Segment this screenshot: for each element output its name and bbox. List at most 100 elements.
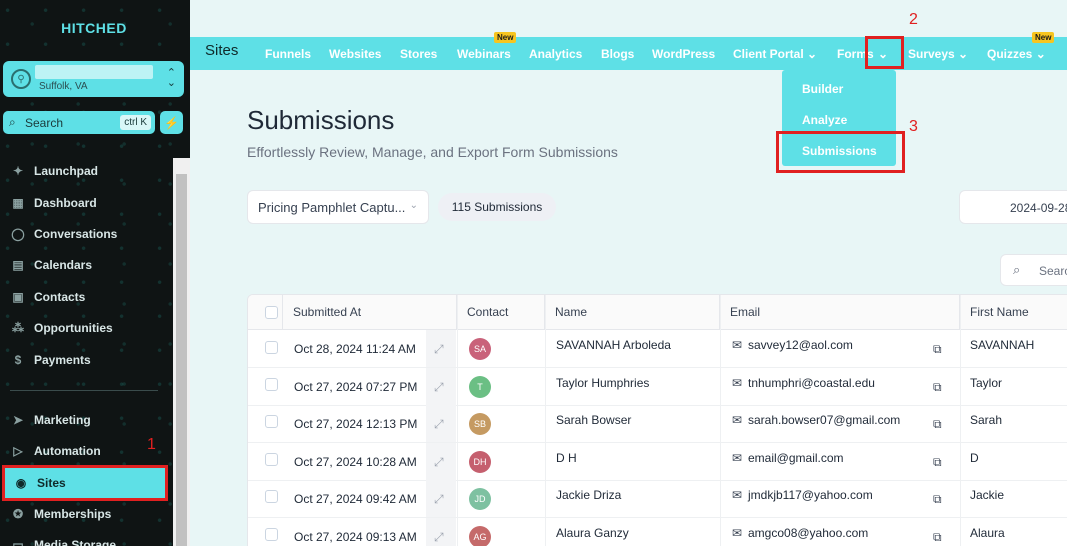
- expand-icon[interactable]: ⤢: [434, 518, 444, 546]
- avatar[interactable]: JD: [469, 488, 491, 510]
- table-row[interactable]: Oct 27, 2024 09:13 AM ⤢ AG Alaura Ganzy …: [248, 518, 1067, 546]
- row-checkbox[interactable]: [265, 341, 278, 354]
- copy-icon[interactable]: ⧉: [933, 443, 942, 481]
- sidebar-item-label: Conversations: [34, 227, 118, 241]
- mail-icon: ✉: [732, 413, 743, 427]
- tab-websites[interactable]: Websites: [329, 47, 381, 61]
- sidebar-item-conversations[interactable]: ◯ Conversations: [0, 219, 172, 249]
- tab-label: Quizzes: [987, 47, 1033, 61]
- column-header-submitted-at[interactable]: Submitted At: [283, 295, 457, 330]
- row-checkbox[interactable]: [265, 490, 278, 503]
- table-row[interactable]: Oct 27, 2024 12:13 PM ⤢ SB Sarah Bowser …: [248, 405, 1067, 443]
- copy-icon[interactable]: ⧉: [933, 480, 942, 518]
- expand-icon[interactable]: ⤢: [434, 480, 444, 518]
- cell-submitted-at: Oct 27, 2024 12:13 PM: [294, 417, 418, 431]
- tab-stores[interactable]: Stores: [400, 47, 437, 61]
- sidebar-item-label: Media Storage: [34, 538, 117, 546]
- sidebar-item-label: Opportunities: [34, 321, 113, 335]
- rocket-icon: ✦: [12, 164, 24, 178]
- send-icon: ➤: [12, 413, 24, 427]
- row-checkbox[interactable]: [265, 453, 278, 466]
- avatar[interactable]: SA: [469, 338, 491, 360]
- form-select-value: Pricing Pamphlet Captu...: [258, 200, 406, 215]
- table-row[interactable]: Oct 27, 2024 07:27 PM ⤢ T Taylor Humphri…: [248, 368, 1067, 406]
- sidebar-item-calendars[interactable]: ▤ Calendars: [0, 250, 172, 280]
- tab-funnels[interactable]: Funnels: [265, 47, 311, 61]
- tab-label: Client Portal: [733, 47, 804, 61]
- row-checkbox[interactable]: [265, 528, 278, 541]
- row-checkbox[interactable]: [265, 415, 278, 428]
- tab-analytics[interactable]: Analytics: [529, 47, 582, 61]
- expand-icon[interactable]: ⤢: [434, 405, 444, 443]
- tab-client-portal[interactable]: Client Portal ⌄: [733, 47, 817, 61]
- cell-name: Jackie Driza: [556, 488, 622, 502]
- contacts-icon: ▣: [12, 290, 24, 304]
- sidebar-item-memberships[interactable]: ✪ Memberships: [0, 499, 172, 529]
- grid-icon: ▦: [12, 196, 24, 210]
- copy-icon[interactable]: ⧉: [933, 330, 942, 368]
- annotation-number-3: 3: [909, 118, 918, 135]
- date-range-picker[interactable]: 2024-09-28: [959, 190, 1067, 224]
- tab-webinars[interactable]: Webinars: [457, 47, 511, 61]
- sidebar-item-contacts[interactable]: ▣ Contacts: [0, 282, 172, 312]
- expand-icon[interactable]: ⤢: [434, 443, 444, 481]
- tab-quizzes[interactable]: Quizzes ⌄: [987, 47, 1046, 61]
- cell-name: Alaura Ganzy: [556, 526, 629, 540]
- menu-item-builder[interactable]: Builder: [802, 82, 843, 96]
- sidebar-item-marketing[interactable]: ➤ Marketing: [0, 405, 172, 435]
- table-row[interactable]: Oct 28, 2024 11:24 AM ⤢ SA SAVANNAH Arbo…: [248, 330, 1067, 368]
- new-badge-webinars: New: [494, 32, 517, 43]
- tab-wordpress[interactable]: WordPress: [652, 47, 715, 61]
- copy-icon[interactable]: ⧉: [933, 405, 942, 443]
- account-name-redacted: [35, 65, 153, 79]
- sidebar-item-payments[interactable]: $ Payments: [0, 345, 172, 375]
- table-row[interactable]: Oct 27, 2024 09:42 AM ⤢ JD Jackie Driza …: [248, 480, 1067, 518]
- mail-icon: ✉: [732, 376, 743, 390]
- menu-item-analyze[interactable]: Analyze: [802, 113, 847, 127]
- quick-actions-button[interactable]: ⚡: [160, 111, 183, 134]
- sidebar-search[interactable]: ⌕ Search ctrl K: [3, 111, 155, 134]
- expand-icon[interactable]: ⤢: [434, 368, 444, 406]
- tab-surveys[interactable]: Surveys ⌄: [908, 47, 968, 61]
- account-switcher[interactable]: ⚲ Suffolk, VA ⌃ ⌄: [3, 61, 184, 97]
- annotation-box-forms-dropdown: [865, 36, 904, 69]
- avatar[interactable]: AG: [469, 526, 491, 546]
- select-all-checkbox[interactable]: [265, 306, 278, 319]
- avatar[interactable]: T: [469, 376, 491, 398]
- search-label: Search: [25, 116, 64, 130]
- avatar[interactable]: SB: [469, 413, 491, 435]
- cell-email: sarah.bowser07@gmail.com: [748, 413, 901, 427]
- cell-email: jmdkjb117@yahoo.com: [748, 488, 873, 502]
- submissions-search-input[interactable]: ⌕ Search: [1000, 254, 1067, 286]
- copy-icon[interactable]: ⧉: [933, 518, 942, 546]
- column-header-email[interactable]: Email: [720, 295, 960, 330]
- copy-icon[interactable]: ⧉: [933, 368, 942, 406]
- sidebar-item-opportunities[interactable]: ⁂ Opportunities: [0, 313, 172, 343]
- sidebar-item-launchpad[interactable]: ✦ Launchpad: [0, 156, 172, 186]
- sidebar-item-label: Marketing: [34, 413, 91, 427]
- cell-first-name: Jackie: [970, 488, 1005, 502]
- sidebar-divider: [10, 390, 158, 391]
- column-header-name[interactable]: Name: [545, 295, 720, 330]
- table-row[interactable]: Oct 27, 2024 10:28 AM ⤢ DH D H ✉ email@g…: [248, 443, 1067, 481]
- cell-email: savvey12@aol.com: [748, 338, 853, 352]
- cell-email: tnhumphri@coastal.edu: [748, 376, 875, 390]
- row-checkbox[interactable]: [265, 378, 278, 391]
- tab-blogs[interactable]: Blogs: [601, 47, 634, 61]
- select-all-header: [248, 295, 283, 330]
- sidebar-item-media-storage[interactable]: ▭ Media Storage: [0, 530, 172, 546]
- sidebar-item-dashboard[interactable]: ▦ Dashboard: [0, 188, 172, 218]
- form-select[interactable]: Pricing Pamphlet Captu... ⌄: [247, 190, 429, 224]
- calendar-icon: ▤: [12, 258, 24, 272]
- column-header-first-name[interactable]: First Name: [960, 295, 1067, 330]
- expand-icon[interactable]: ⤢: [434, 330, 444, 368]
- chevron-down-icon: ⌄: [807, 47, 818, 61]
- avatar[interactable]: DH: [469, 451, 491, 473]
- cell-submitted-at: Oct 28, 2024 11:24 AM: [294, 342, 416, 356]
- mail-icon: ✉: [732, 526, 743, 540]
- column-header-contact[interactable]: Contact: [457, 295, 545, 330]
- search-icon: ⌕: [9, 115, 16, 129]
- sidebar-item-label: Launchpad: [34, 164, 99, 178]
- brand-logo: HITCHED: [61, 20, 127, 36]
- sidebar-scrollbar-thumb[interactable]: [176, 174, 187, 546]
